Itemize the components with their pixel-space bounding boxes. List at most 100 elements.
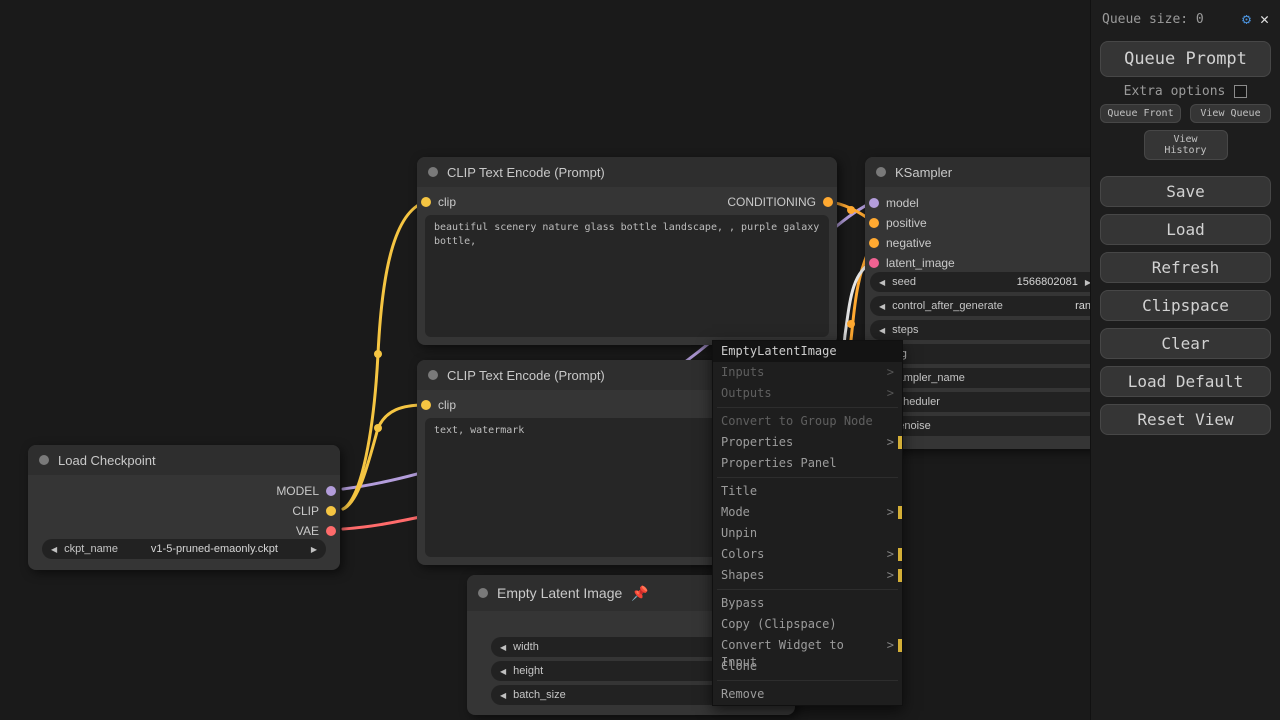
left-arrow-icon[interactable]: ◀ bbox=[879, 326, 885, 335]
menu-item-bypass[interactable]: Bypass bbox=[713, 593, 902, 614]
widget-value: v1-5-pruned-emaonly.ckpt bbox=[125, 543, 304, 555]
refresh-button[interactable]: Refresh bbox=[1100, 252, 1271, 283]
collapse-dot-icon[interactable] bbox=[428, 167, 438, 177]
view-queue-button[interactable]: View Queue bbox=[1190, 104, 1271, 123]
submenu-arrow-icon: > bbox=[887, 504, 894, 521]
latent-slot-icon[interactable] bbox=[869, 258, 879, 268]
node-title-bar[interactable]: Load Checkpoint bbox=[28, 445, 340, 475]
load-default-button[interactable]: Load Default bbox=[1100, 366, 1271, 397]
ckpt-name-widget[interactable]: ◀ ckpt_name v1-5-pruned-emaonly.ckpt ▶ bbox=[42, 539, 326, 559]
left-arrow-icon[interactable]: ◀ bbox=[51, 545, 57, 554]
node-title: CLIP Text Encode (Prompt) bbox=[447, 368, 605, 383]
node-clip-text-encode-positive[interactable]: CLIP Text Encode (Prompt) clip CONDITION… bbox=[417, 157, 837, 345]
node-title-bar[interactable]: KSampler bbox=[865, 157, 1105, 187]
collapse-dot-icon[interactable] bbox=[428, 370, 438, 380]
menu-item-clone[interactable]: Clone bbox=[713, 656, 902, 677]
conditioning-slot-icon[interactable] bbox=[869, 218, 879, 228]
left-arrow-icon[interactable]: ◀ bbox=[500, 667, 506, 676]
queue-front-button[interactable]: Queue Front bbox=[1100, 104, 1181, 123]
menu-item-colors[interactable]: Colors > bbox=[713, 544, 902, 565]
menu-item-properties[interactable]: Properties > bbox=[713, 432, 902, 453]
control-after-generate-widget[interactable]: ◀ control_after_generate ran bbox=[870, 296, 1100, 316]
input-slot-positive[interactable]: positive bbox=[869, 213, 927, 233]
input-slot-negative[interactable]: negative bbox=[869, 233, 931, 253]
prompt-text-area[interactable]: beautiful scenery nature glass bottle la… bbox=[425, 215, 829, 337]
menu-item-remove[interactable]: Remove bbox=[713, 684, 902, 705]
steps-widget[interactable]: ◀ steps bbox=[870, 320, 1100, 340]
menu-separator bbox=[717, 589, 898, 590]
input-slot-model[interactable]: model bbox=[869, 193, 919, 213]
queue-actions-row: Queue Front View Queue bbox=[1100, 104, 1271, 123]
menu-item-unpin[interactable]: Unpin bbox=[713, 523, 902, 544]
output-slot-model[interactable]: MODEL bbox=[276, 481, 336, 501]
node-title: Load Checkpoint bbox=[58, 453, 156, 468]
collapse-dot-icon[interactable] bbox=[478, 588, 488, 598]
input-slot-latent-image[interactable]: latent_image bbox=[869, 253, 955, 273]
node-title: CLIP Text Encode (Prompt) bbox=[447, 165, 605, 180]
view-history-button[interactable]: View History bbox=[1144, 130, 1228, 160]
submenu-accent-bar bbox=[898, 569, 902, 582]
scheduler-widget[interactable]: ◀ scheduler bbox=[870, 392, 1100, 412]
clip-slot-icon[interactable] bbox=[421, 400, 431, 410]
submenu-arrow-icon: > bbox=[887, 567, 894, 584]
widget-label: control_after_generate bbox=[892, 300, 1003, 312]
close-icon[interactable]: ✕ bbox=[1260, 10, 1269, 28]
seed-widget[interactable]: ◀ seed 1566802081 ▶ bbox=[870, 272, 1100, 292]
menu-item-title[interactable]: Title bbox=[713, 481, 902, 502]
clip-link-wire-bottom bbox=[343, 405, 425, 509]
left-arrow-icon[interactable]: ◀ bbox=[879, 302, 885, 311]
load-button[interactable]: Load bbox=[1100, 214, 1271, 245]
extra-options-row: Extra options bbox=[1100, 84, 1271, 99]
model-slot-icon[interactable] bbox=[869, 198, 879, 208]
menu-item-properties-panel[interactable]: Properties Panel bbox=[713, 453, 902, 474]
left-arrow-icon[interactable]: ◀ bbox=[500, 691, 506, 700]
conditioning-slot-icon[interactable] bbox=[823, 197, 833, 207]
clip-slot-icon[interactable] bbox=[421, 197, 431, 207]
menu-item-copy-clipspace[interactable]: Copy (Clipspace) bbox=[713, 614, 902, 635]
widget-label: height bbox=[513, 665, 543, 677]
node-graph-canvas[interactable]: CLIP Text Encode (Prompt) clip CONDITION… bbox=[0, 0, 1280, 720]
input-slot-clip[interactable]: clip bbox=[421, 192, 456, 212]
clipspace-button[interactable]: Clipspace bbox=[1100, 290, 1271, 321]
extra-options-checkbox[interactable] bbox=[1234, 85, 1247, 98]
gear-icon[interactable]: ⚙ bbox=[1242, 10, 1251, 28]
menu-item-shapes[interactable]: Shapes > bbox=[713, 565, 902, 586]
widget-label: width bbox=[513, 641, 539, 653]
output-slot-conditioning[interactable]: CONDITIONING bbox=[727, 192, 833, 212]
vae-link-wire bbox=[343, 517, 420, 529]
model-slot-icon[interactable] bbox=[326, 486, 336, 496]
slot-label: CONDITIONING bbox=[727, 195, 816, 209]
clear-button[interactable]: Clear bbox=[1100, 328, 1271, 359]
sampler-name-widget[interactable]: ◀ sampler_name bbox=[870, 368, 1100, 388]
node-load-checkpoint[interactable]: Load Checkpoint MODEL CLIP VAE ◀ ckpt_na… bbox=[28, 445, 340, 570]
slot-label: VAE bbox=[296, 524, 319, 538]
denoise-widget[interactable]: ◀ denoise bbox=[870, 416, 1100, 436]
left-arrow-icon[interactable]: ◀ bbox=[879, 278, 885, 287]
panel-header: Queue size: 0 ⚙ ✕ bbox=[1100, 6, 1271, 34]
queue-prompt-button[interactable]: Queue Prompt bbox=[1100, 41, 1271, 77]
collapse-dot-icon[interactable] bbox=[39, 455, 49, 465]
conditioning-slot-icon[interactable] bbox=[869, 238, 879, 248]
menu-item-convert-to-group-node: Convert to Group Node bbox=[713, 411, 902, 432]
widget-label: seed bbox=[892, 276, 916, 288]
input-slot-clip[interactable]: clip bbox=[421, 395, 456, 415]
node-title-bar[interactable]: CLIP Text Encode (Prompt) bbox=[417, 157, 837, 187]
node-title: Empty Latent Image bbox=[497, 585, 622, 601]
save-button[interactable]: Save bbox=[1100, 176, 1271, 207]
submenu-arrow-icon: > bbox=[887, 434, 894, 451]
collapse-dot-icon[interactable] bbox=[876, 167, 886, 177]
right-arrow-icon[interactable]: ▶ bbox=[311, 545, 317, 554]
submenu-accent-bar bbox=[898, 639, 902, 652]
cfg-widget[interactable]: ◀ cfg bbox=[870, 344, 1100, 364]
left-arrow-icon[interactable]: ◀ bbox=[500, 643, 506, 652]
clip-slot-icon[interactable] bbox=[326, 506, 336, 516]
menu-item-mode[interactable]: Mode > bbox=[713, 502, 902, 523]
menu-item-inputs: Inputs > bbox=[713, 362, 902, 383]
vae-slot-icon[interactable] bbox=[326, 526, 336, 536]
reset-view-button[interactable]: Reset View bbox=[1100, 404, 1271, 435]
submenu-arrow-icon: > bbox=[887, 364, 894, 381]
output-slot-clip[interactable]: CLIP bbox=[292, 501, 336, 521]
output-slot-vae[interactable]: VAE bbox=[296, 521, 336, 541]
menu-item-convert-widget-to-input[interactable]: Convert Widget to Input > bbox=[713, 635, 902, 656]
main-actions-group: Save Load Refresh Clipspace Clear Load D… bbox=[1100, 176, 1271, 435]
